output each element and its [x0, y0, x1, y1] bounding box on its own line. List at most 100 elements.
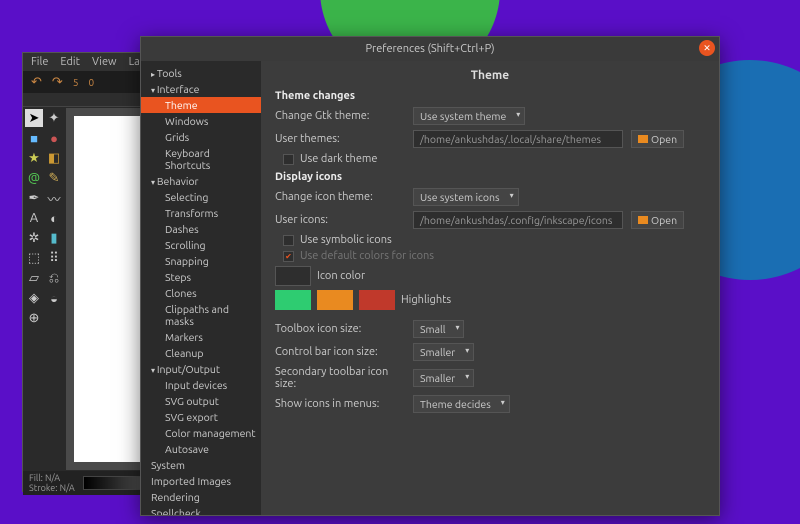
lpe-tool-icon[interactable]: ◈ [25, 289, 43, 307]
folder-icon [638, 216, 648, 224]
control-bar-size-dropdown[interactable]: Smaller [413, 343, 474, 361]
preferences-content: Theme Theme changes Change Gtk theme: Us… [261, 61, 719, 515]
menu-edit[interactable]: Edit [60, 56, 80, 68]
use-dark-checkbox[interactable] [283, 154, 294, 165]
label-control-bar-size: Control bar icon size: [275, 346, 405, 358]
tree-theme[interactable]: Theme [141, 97, 261, 113]
tree-transforms[interactable]: Transforms [141, 205, 261, 221]
tree-rendering[interactable]: Rendering [141, 489, 261, 505]
eraser-tool-icon[interactable]: ▱ [25, 269, 43, 287]
label-icon-color: Icon color [317, 270, 365, 282]
circle-tool-icon[interactable]: ● [45, 129, 63, 147]
menu-view[interactable]: View [92, 56, 117, 68]
tree-interface[interactable]: Interface [141, 81, 261, 97]
tree-color-mgmt[interactable]: Color management [141, 425, 261, 441]
user-icons-input[interactable]: /home/ankushdas/.config/inkscape/icons [413, 211, 623, 229]
tree-tools[interactable]: Tools [141, 65, 261, 81]
tree-grids[interactable]: Grids [141, 129, 261, 145]
text-tool-icon[interactable]: A [25, 209, 43, 227]
star-tool-icon[interactable]: ★ [25, 149, 43, 167]
menu-file[interactable]: File [31, 56, 48, 68]
tree-windows[interactable]: Windows [141, 113, 261, 129]
fill-label: Fill: [29, 473, 43, 483]
default-colors-checkbox[interactable]: ✔ [283, 251, 294, 262]
gradient-tool-icon[interactable]: ◐ [45, 209, 63, 227]
tree-behavior[interactable]: Behavior [141, 173, 261, 189]
tree-clones[interactable]: Clones [141, 285, 261, 301]
stroke-value: N/A [60, 483, 75, 493]
paint-bucket-icon[interactable]: ▮ [45, 229, 63, 247]
tree-svg-export[interactable]: SVG export [141, 409, 261, 425]
secondary-size-dropdown[interactable]: Smaller [413, 369, 474, 387]
label-change-icon: Change icon theme: [275, 191, 405, 203]
user-themes-input[interactable]: /home/ankushdas/.local/share/themes [413, 130, 623, 148]
dialog-titlebar: Preferences (Shift+Ctrl+P) ✕ [141, 37, 719, 61]
highlight-swatch-1[interactable] [275, 290, 311, 310]
tree-spellcheck[interactable]: Spellcheck [141, 505, 261, 515]
tree-markers[interactable]: Markers [141, 329, 261, 345]
highlight-swatch-2[interactable] [317, 290, 353, 310]
zoom-tool-icon[interactable]: ⊕ [25, 309, 43, 327]
page-title: Theme [275, 69, 705, 82]
tree-imported[interactable]: Imported Images [141, 473, 261, 489]
angle-value: 0 [88, 77, 94, 88]
preferences-dialog: Preferences (Shift+Ctrl+P) ✕ Tools Inter… [140, 36, 720, 516]
label-toolbox-size: Toolbox icon size: [275, 323, 405, 335]
label-user-themes: User themes: [275, 133, 405, 145]
tree-clippaths[interactable]: Clippaths and masks [141, 301, 261, 329]
symbolic-icons-checkbox[interactable] [283, 235, 294, 246]
fill-value: N/A [45, 473, 60, 483]
measure-tool-icon[interactable]: ◒ [45, 289, 63, 307]
stroke-label: Stroke: [29, 483, 58, 493]
tree-svg-output[interactable]: SVG output [141, 393, 261, 409]
tweak-tool-icon[interactable]: ⬚ [25, 249, 43, 267]
pen-tool-icon[interactable]: ✒ [25, 189, 43, 207]
label-highlights: Highlights [401, 294, 451, 306]
zoom-value: 5 [73, 77, 79, 88]
label-change-gtk: Change Gtk theme: [275, 110, 405, 122]
spiral-tool-icon[interactable]: @ [25, 169, 43, 187]
folder-icon [638, 135, 648, 143]
icon-theme-dropdown[interactable]: Use system icons [413, 188, 519, 206]
connector-tool-icon[interactable]: ⎌ [45, 269, 63, 287]
tree-input-devices[interactable]: Input devices [141, 377, 261, 393]
label-user-icons: User icons: [275, 214, 405, 226]
node-tool-icon[interactable]: ✦ [45, 109, 63, 127]
tree-autosave[interactable]: Autosave [141, 441, 261, 457]
tree-steps[interactable]: Steps [141, 269, 261, 285]
label-secondary-size: Secondary toolbar icon size: [275, 366, 405, 390]
open-themes-button[interactable]: Open [631, 130, 684, 148]
pencil-tool-icon[interactable]: ✎ [45, 169, 63, 187]
calligraphy-tool-icon[interactable]: 〰 [45, 189, 63, 207]
tree-selecting[interactable]: Selecting [141, 189, 261, 205]
selector-tool-icon[interactable]: ➤ [25, 109, 43, 127]
rect-tool-icon[interactable]: ■ [25, 129, 43, 147]
close-icon[interactable]: ✕ [699, 40, 715, 56]
preferences-tree: Tools Interface Theme Windows Grids Keyb… [141, 61, 261, 515]
3d-tool-icon[interactable]: ◧ [45, 149, 63, 167]
label-default-colors: Use default colors for icons [300, 250, 434, 262]
gtk-theme-dropdown[interactable]: Use system theme [413, 107, 525, 125]
tree-keyboard[interactable]: Keyboard Shortcuts [141, 145, 261, 173]
label-show-menus: Show icons in menus: [275, 398, 405, 410]
label-use-dark: Use dark theme [300, 153, 377, 165]
label-symbolic: Use symbolic icons [300, 234, 392, 246]
dropper-tool-icon[interactable]: ✲ [25, 229, 43, 247]
show-menus-dropdown[interactable]: Theme decides [413, 395, 510, 413]
undo-icon[interactable]: ↶ [31, 75, 42, 90]
spray-tool-icon[interactable]: ⠿ [45, 249, 63, 267]
icon-color-swatch[interactable] [275, 266, 311, 286]
toolbox: ➤✦ ■● ★◧ @✎ ✒〰 A◐ ✲▮ ⬚⠿ ▱⎌ ◈◒ ⊕ [23, 107, 65, 471]
redo-icon[interactable]: ↷ [52, 75, 63, 90]
toolbox-size-dropdown[interactable]: Small [413, 320, 464, 338]
tree-snapping[interactable]: Snapping [141, 253, 261, 269]
open-icons-button[interactable]: Open [631, 211, 684, 229]
tree-system[interactable]: System [141, 457, 261, 473]
dialog-title: Preferences (Shift+Ctrl+P) [365, 43, 494, 55]
highlight-swatch-3[interactable] [359, 290, 395, 310]
tree-dashes[interactable]: Dashes [141, 221, 261, 237]
section-display-icons: Display icons [275, 171, 705, 183]
tree-scrolling[interactable]: Scrolling [141, 237, 261, 253]
tree-io[interactable]: Input/Output [141, 361, 261, 377]
tree-cleanup[interactable]: Cleanup [141, 345, 261, 361]
